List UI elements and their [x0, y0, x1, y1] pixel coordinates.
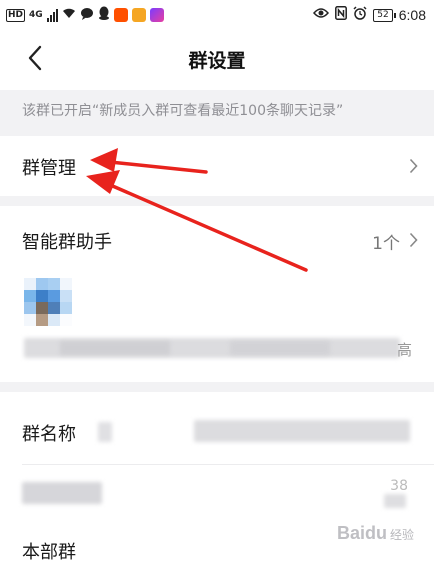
alarm-icon [353, 6, 367, 24]
video-app-icon [149, 8, 164, 22]
signal-icon [46, 8, 58, 22]
partial-count: 38 [390, 478, 408, 494]
network-type: 4G [29, 10, 43, 20]
notice-banner: 该群已开启“新成员入群可查看最近100条聊天记录” [0, 90, 434, 136]
blurred-row-label [22, 482, 102, 504]
group-manage-label: 群管理 [22, 158, 76, 179]
page-title: 群设置 [188, 50, 246, 72]
hd-badge: HD [6, 8, 26, 22]
watermark-sub: 经验 [389, 528, 414, 542]
smart-assistant-label: 智能群助手 [22, 232, 112, 253]
section-gap [0, 196, 434, 206]
blurred-text-3 [230, 341, 330, 355]
group-name-label: 群名称 [22, 424, 76, 445]
chat-icon [80, 7, 94, 24]
partial-text-char: 高 [396, 341, 412, 359]
member-avatar[interactable] [24, 278, 72, 326]
bottom-partial-label: 本部群 [22, 542, 76, 563]
battery-indicator: 52 [373, 8, 397, 22]
blurred-group-name-value [194, 420, 410, 442]
group-manage-row[interactable]: 群管理 [0, 136, 434, 196]
watermark-logo: Baidu [336, 523, 387, 543]
blurred-name-fragment [98, 422, 112, 442]
chevron-right-icon [409, 232, 418, 252]
app-icon-orange [131, 8, 146, 22]
baidu-watermark: Baidu 经验 [337, 523, 414, 544]
taobao-app-icon [113, 8, 128, 22]
nav-bar: 群设置 [0, 30, 434, 90]
smart-assistant-row[interactable]: 智能群助手 1个 [0, 206, 434, 272]
status-time: 6:08 [398, 7, 426, 23]
blurred-row-value [384, 494, 406, 508]
chevron-right-icon [409, 158, 418, 178]
smart-assistant-count: 1个 [372, 234, 400, 254]
status-right-icons: 52 6:08 [313, 6, 426, 24]
notice-text: 该群已开启“新成员入群可查看最近100条聊天记录” [22, 103, 344, 119]
status-left-icons: HD 4G [6, 6, 164, 24]
status-bar: HD 4G 52 6:08 [0, 0, 434, 30]
wifi-icon [62, 7, 76, 23]
qq-icon [98, 6, 110, 24]
section-gap [0, 382, 434, 392]
nfc-icon [335, 6, 348, 24]
blurred-text-2 [60, 341, 170, 355]
eye-icon [313, 7, 330, 23]
